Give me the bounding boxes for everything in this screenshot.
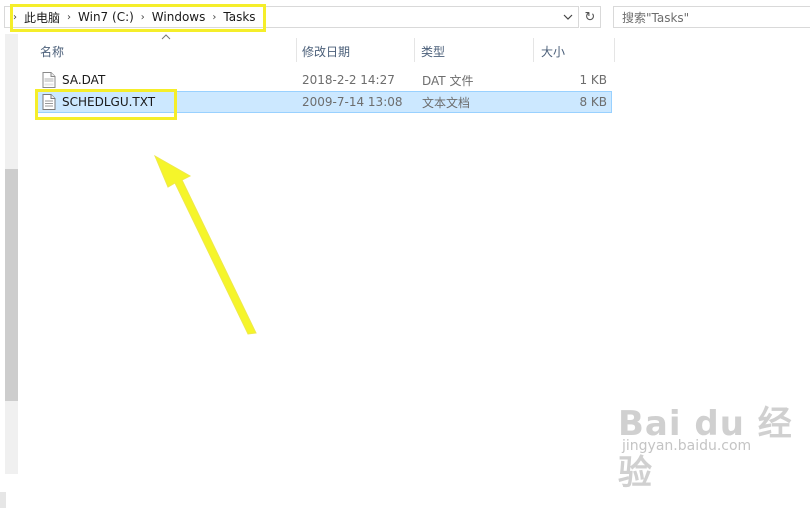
column-header-modified[interactable]: 修改日期 — [302, 40, 414, 62]
breadcrumb-drive[interactable]: Win7 (C:) — [75, 10, 137, 24]
pane-edge — [0, 492, 6, 508]
file-size: 1 KB — [579, 73, 607, 87]
scrollbar-thumb[interactable] — [5, 169, 18, 401]
baidu-watermark: Bai du 经验 jingyan.baidu.com — [618, 392, 808, 493]
column-header-size[interactable]: 大小 — [541, 40, 611, 62]
breadcrumb-this-pc[interactable]: 此电脑 — [21, 9, 63, 26]
dat-file-icon — [42, 72, 56, 88]
watermark-site: jingyan.baidu.com — [622, 438, 752, 454]
file-row-sa-dat[interactable]: SA.DAT 2018-2-2 14:27 DAT 文件 1 KB — [36, 69, 612, 91]
search-placeholder: 搜索"Tasks" — [622, 10, 690, 25]
navigation-pane-scrollbar[interactable] — [0, 34, 18, 508]
chevron-down-icon[interactable] — [560, 7, 576, 27]
column-header-type-label: 类型 — [421, 44, 446, 59]
breadcrumb: › 此电脑 › Win7 (C:) › Windows › Tasks — [5, 7, 259, 27]
breadcrumb-windows[interactable]: Windows — [149, 10, 209, 24]
file-type: 文本文档 — [422, 95, 471, 110]
chevron-right-icon: › — [13, 11, 17, 23]
search-input[interactable]: 搜索"Tasks" — [613, 6, 810, 28]
address-bar[interactable]: › 此电脑 › Win7 (C:) › Windows › Tasks — [4, 6, 579, 28]
breadcrumb-tasks[interactable]: Tasks — [220, 10, 258, 24]
file-modified: 2009-7-14 13:08 — [302, 95, 403, 109]
file-name: SA.DAT — [62, 73, 106, 87]
column-header-name-label: 名称 — [40, 44, 65, 59]
column-header-type[interactable]: 类型 — [421, 40, 533, 62]
column-divider[interactable] — [533, 38, 534, 62]
chevron-right-icon[interactable]: › — [63, 12, 75, 23]
column-header-name[interactable]: 名称 — [40, 40, 296, 62]
chevron-right-icon[interactable]: › — [208, 12, 220, 23]
refresh-button[interactable]: ↻ — [580, 6, 601, 28]
column-header-size-label: 大小 — [541, 44, 566, 59]
file-modified: 2018-2-2 14:27 — [302, 73, 395, 87]
column-divider[interactable] — [414, 38, 415, 62]
column-header-modified-label: 修改日期 — [302, 44, 351, 59]
file-size: 8 KB — [579, 95, 607, 109]
column-divider[interactable] — [296, 38, 297, 62]
file-name: SCHEDLGU.TXT — [62, 95, 156, 109]
refresh-icon: ↻ — [584, 9, 596, 25]
file-type: DAT 文件 — [422, 73, 474, 88]
chevron-right-icon[interactable]: › — [137, 12, 149, 23]
file-row-schedlgu-txt[interactable]: SCHEDLGU.TXT 2009-7-14 13:08 文本文档 8 KB — [36, 91, 612, 113]
column-divider[interactable] — [614, 38, 615, 62]
text-file-icon — [42, 94, 56, 110]
